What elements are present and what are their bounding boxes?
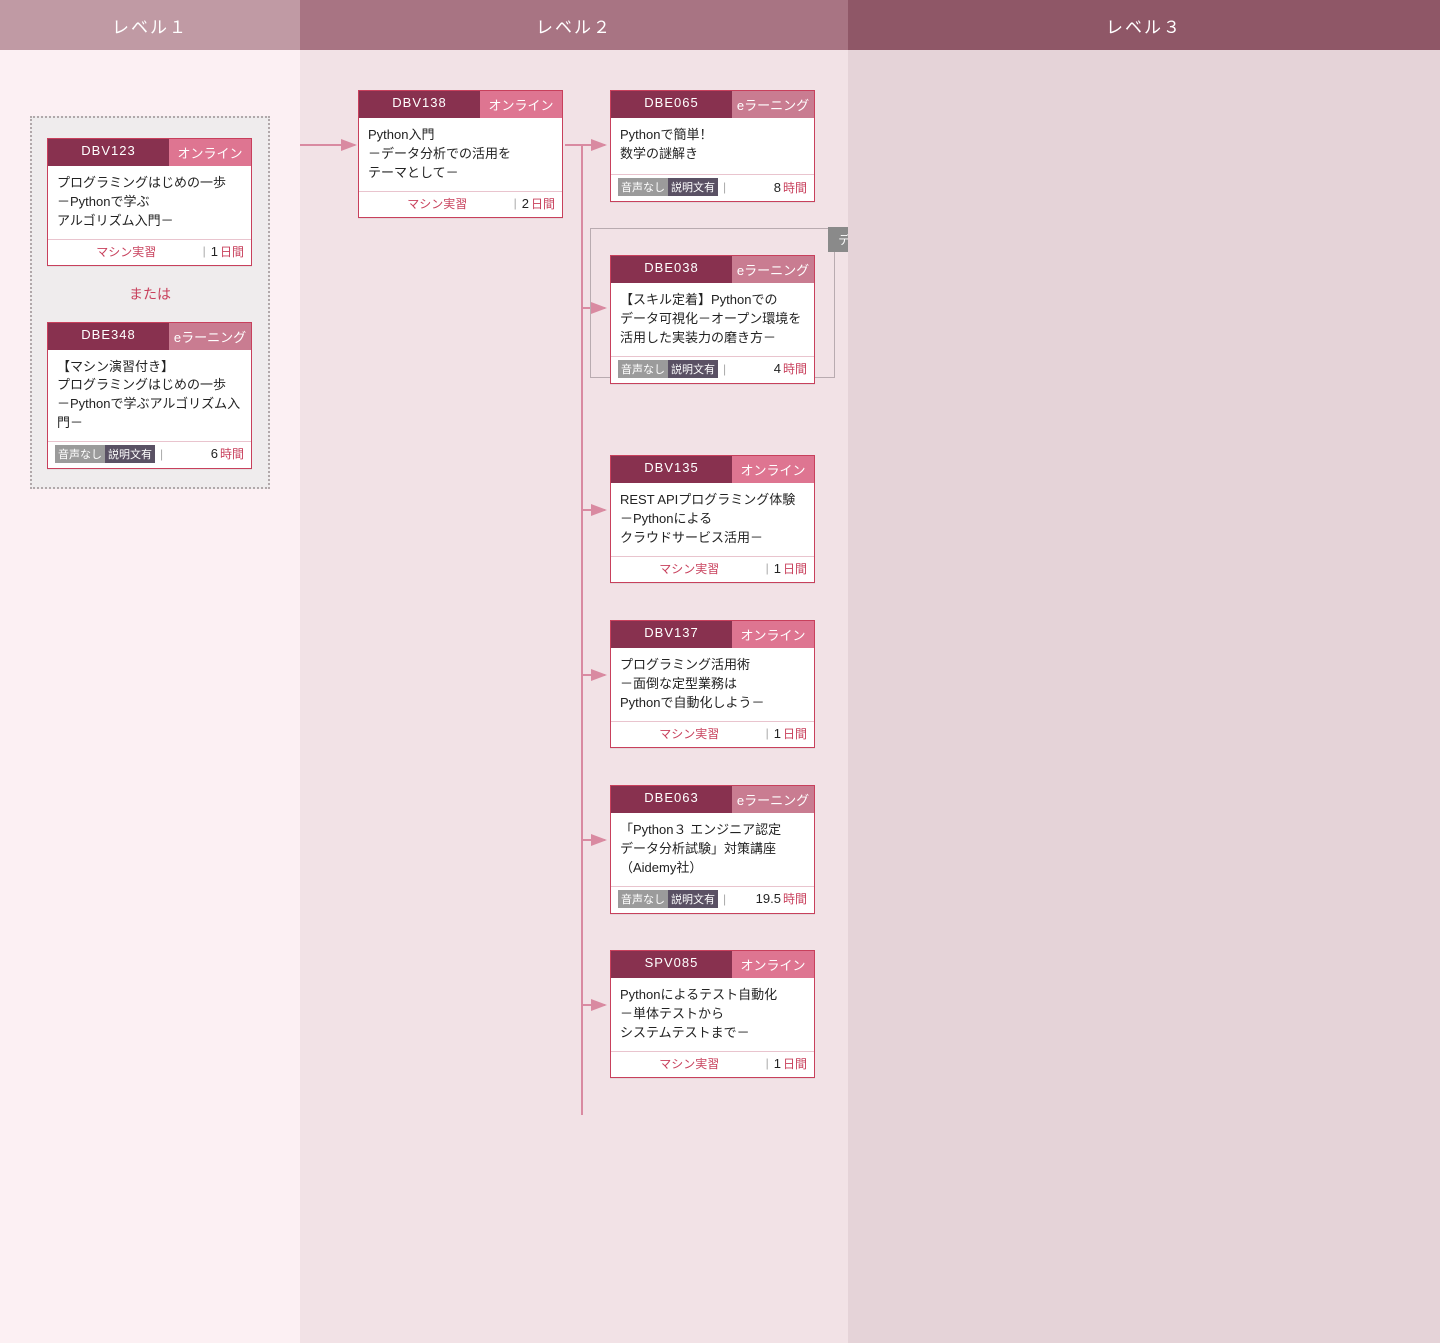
level-3-column: レベル３ (848, 0, 1440, 1343)
level-2-column: レベル２ (300, 0, 848, 1343)
course-code: DBE038 (611, 256, 732, 283)
course-title: プログラミング活用術－面倒な定型業務はPythonで自動化しよう－ (611, 648, 814, 721)
course-duration: 4 (774, 361, 783, 376)
course-code: DBE063 (611, 786, 732, 813)
course-duration: 1 (774, 726, 783, 741)
level-3-header: レベル３ (848, 0, 1440, 50)
badge-online: オンライン (169, 139, 251, 166)
level-1-column: レベル１ DBV123 オンライン プログラミングはじめの一歩－Pythonで学… (0, 0, 300, 1343)
duration-unit: 日間 (783, 1055, 807, 1072)
course-duration: 1 (211, 244, 220, 259)
badge-elearn: eラーニング (732, 256, 814, 283)
course-duration: 6 (211, 446, 220, 461)
course-title: プログラミングはじめの一歩－Pythonで学ぶアルゴリズム入門－ (48, 166, 251, 239)
tag-hastext: 説明文有 (668, 178, 718, 196)
badge-elearn: eラーニング (732, 91, 814, 118)
course-card-dbv138[interactable]: DBV138 オンライン Python入門－データ分析での活用をテーマとして－ … (358, 90, 563, 218)
course-code: SPV085 (611, 951, 732, 978)
course-card-dbv123[interactable]: DBV123 オンライン プログラミングはじめの一歩－Pythonで学ぶアルゴリ… (47, 138, 252, 266)
course-card-dbe065[interactable]: DBE065 eラーニング Pythonで簡単！数学の謎解き 音声なし 説明文有… (610, 90, 815, 202)
course-duration: 8 (774, 180, 783, 195)
course-roadmap: レベル１ DBV123 オンライン プログラミングはじめの一歩－Pythonで学… (0, 0, 1440, 1343)
badge-online: オンライン (732, 456, 814, 483)
footer-machine-label: マシン実習 (618, 1055, 761, 1072)
duration-unit: 時間 (783, 360, 807, 377)
course-title: Python入門－データ分析での活用をテーマとして－ (359, 118, 562, 191)
course-duration: 19.5 (756, 891, 783, 906)
course-title: 【スキル定着】Pythonでのデータ可視化－オープン環境を活用した実装力の磨き方… (611, 283, 814, 356)
badge-online: オンライン (732, 951, 814, 978)
badge-elearn: eラーニング (732, 786, 814, 813)
course-card-dbv137[interactable]: DBV137 オンライン プログラミング活用術－面倒な定型業務はPythonで自… (610, 620, 815, 748)
duration-unit: 時間 (220, 445, 244, 462)
duration-unit: 時間 (783, 179, 807, 196)
tag-noaudio: 音声なし (618, 890, 668, 908)
course-duration: 1 (774, 1056, 783, 1071)
footer-machine-label: マシン実習 (618, 725, 761, 742)
course-duration: 1 (774, 561, 783, 576)
course-title: 「Python３ エンジニア認定データ分析試験」対策講座（Aidemy社） (611, 813, 814, 886)
course-code: DBV135 (611, 456, 732, 483)
tag-noaudio: 音声なし (618, 360, 668, 378)
footer-machine-label: マシン実習 (366, 195, 509, 212)
badge-online: オンライン (732, 621, 814, 648)
course-card-dbe063[interactable]: DBE063 eラーニング 「Python３ エンジニア認定データ分析試験」対策… (610, 785, 815, 914)
tag-hastext: 説明文有 (668, 360, 718, 378)
course-code: DBE348 (48, 323, 169, 350)
course-duration: 2 (522, 196, 531, 211)
level1-choice-group: DBV123 オンライン プログラミングはじめの一歩－Pythonで学ぶアルゴリ… (30, 116, 270, 489)
level-2-header: レベル２ (300, 0, 848, 50)
footer-machine-label: マシン実習 (55, 243, 198, 260)
course-card-dbe038[interactable]: DBE038 eラーニング 【スキル定着】Pythonでのデータ可視化－オープン… (610, 255, 815, 384)
course-card-dbv135[interactable]: DBV135 オンライン REST APIプログラミング体験－Pythonによる… (610, 455, 815, 583)
tag-hastext: 説明文有 (668, 890, 718, 908)
footer-machine-label: マシン実習 (618, 560, 761, 577)
course-title: REST APIプログラミング体験－Pythonによるクラウドサービス活用－ (611, 483, 814, 556)
or-label: または (47, 284, 253, 304)
course-card-spv085[interactable]: SPV085 オンライン Pythonによるテスト自動化－単体テストからシステム… (610, 950, 815, 1078)
course-card-dbe348[interactable]: DBE348 eラーニング 【マシン演習付き】プログラミングはじめの一歩－Pyt… (47, 322, 252, 469)
badge-online: オンライン (480, 91, 562, 118)
duration-unit: 日間 (783, 560, 807, 577)
course-code: DBE065 (611, 91, 732, 118)
course-code: DBV123 (48, 139, 169, 166)
course-code: DBV138 (359, 91, 480, 118)
course-title: Pythonによるテスト自動化－単体テストからシステムテストまで－ (611, 978, 814, 1051)
badge-elearn: eラーニング (169, 323, 251, 350)
duration-unit: 日間 (783, 725, 807, 742)
duration-unit: 日間 (220, 243, 244, 260)
duration-unit: 時間 (783, 890, 807, 907)
duration-unit: 日間 (531, 195, 555, 212)
course-code: DBV137 (611, 621, 732, 648)
tag-noaudio: 音声なし (618, 178, 668, 196)
level-1-header: レベル１ (0, 0, 300, 50)
course-title: Pythonで簡単！数学の謎解き (611, 118, 814, 174)
course-title: 【マシン演習付き】プログラミングはじめの一歩－Pythonで学ぶアルゴリズム入門… (48, 350, 251, 441)
tag-hastext: 説明文有 (105, 445, 155, 463)
tag-noaudio: 音声なし (55, 445, 105, 463)
